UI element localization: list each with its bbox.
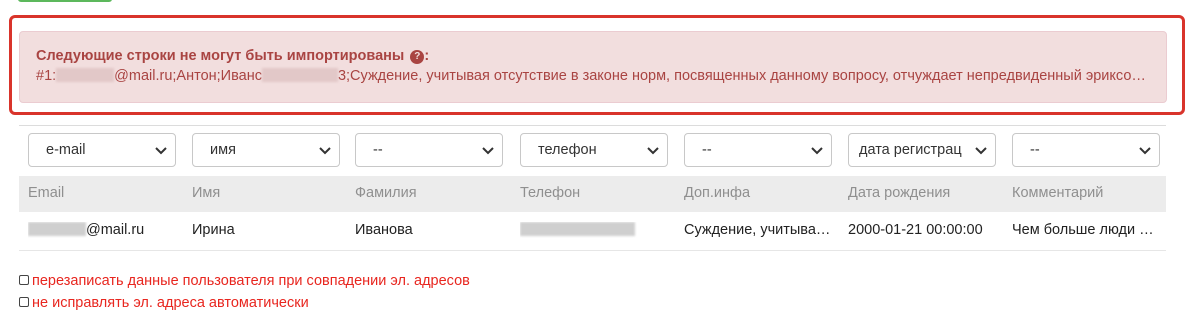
alert-title: Следующие строки не могут быть импортиро… [36, 46, 1150, 66]
column-select-3[interactable]: -- [355, 133, 503, 167]
redacted-phone [520, 222, 635, 236]
chevron-down-icon [482, 147, 494, 155]
no-fix-label[interactable]: не исправлять эл. адреса автоматически [32, 295, 309, 311]
header-last-name: Фамилия [355, 185, 417, 201]
cell-last-name: Иванова [355, 222, 413, 238]
column-select-value: -- [702, 142, 712, 158]
chevron-down-icon [975, 147, 987, 155]
failed-row-rest: 3;Суждение, учитывая отсутствие в законе… [337, 68, 1150, 84]
column-select-value: -- [373, 142, 383, 158]
header-extra: Доп.инфа [684, 185, 751, 201]
column-select-2[interactable]: имя [192, 133, 340, 167]
cell-comment: Чем больше люди узнают [1012, 222, 1159, 238]
import-error-alert: Следующие строки не могут быть импортиро… [19, 31, 1167, 103]
overwrite-label[interactable]: перезаписать данные пользователя при сов… [32, 273, 470, 289]
header-phone: Телефон [520, 185, 581, 201]
header-email: Email [28, 185, 65, 201]
column-select-4[interactable]: телефон [520, 133, 668, 167]
column-select-6[interactable]: дата регистрац [848, 133, 996, 167]
table-header: Email Имя Фамилия Телефон Доп.инфа Дата … [19, 176, 1166, 212]
chevron-down-icon [155, 147, 167, 155]
row-divider [19, 250, 1166, 251]
failed-row: #1: @mail.ru;Антон;Иванс 3;Суждение, учиты… [36, 66, 1150, 86]
column-select-7[interactable]: -- [1012, 133, 1160, 167]
chevron-down-icon [811, 147, 823, 155]
no-fix-checkbox[interactable] [19, 297, 29, 307]
column-select-value: имя [210, 142, 236, 158]
cell-first-name: Ирина [192, 222, 235, 238]
question-circle-icon[interactable]: ? [410, 50, 425, 64]
cell-email-text: @mail.ru [86, 222, 145, 238]
overwrite-checkbox[interactable] [19, 275, 29, 285]
cell-email: @mail.ru [28, 222, 178, 238]
column-select-5[interactable]: -- [684, 133, 832, 167]
option-no-fix[interactable]: не исправлять эл. адреса автоматически [19, 294, 309, 312]
alert-title-text: Следующие строки не могут быть импортиро… [36, 48, 405, 64]
green-button-edge[interactable] [18, 0, 112, 2]
header-first-name: Имя [192, 185, 221, 201]
cell-birth-date: 2000-01-21 00:00:00 [848, 222, 983, 238]
divider [19, 125, 1166, 126]
column-select-value: дата регистрац [859, 142, 962, 158]
redacted-email [28, 222, 86, 236]
column-select-value: -- [1030, 142, 1040, 158]
failed-row-number: #1: [36, 68, 57, 84]
failed-row-data: @mail.ru;Антон;Иванс [114, 68, 262, 84]
cell-extra: Суждение, учитывая отсутствие в законе н… [684, 222, 833, 238]
cell-phone [520, 222, 670, 238]
redacted-text [261, 68, 338, 82]
header-comment: Комментарий [1012, 185, 1104, 201]
column-select-value: e-mail [46, 142, 86, 158]
column-select-value: телефон [538, 142, 597, 158]
chevron-down-icon [1139, 147, 1151, 155]
alert-title-colon: : [424, 48, 430, 64]
option-overwrite[interactable]: перезаписать данные пользователя при сов… [19, 272, 470, 290]
header-birth-date: Дата рождения [848, 185, 951, 201]
redacted-email [56, 68, 115, 82]
column-select-1[interactable]: e-mail [28, 133, 176, 167]
chevron-down-icon [647, 147, 659, 155]
chevron-down-icon [319, 147, 331, 155]
